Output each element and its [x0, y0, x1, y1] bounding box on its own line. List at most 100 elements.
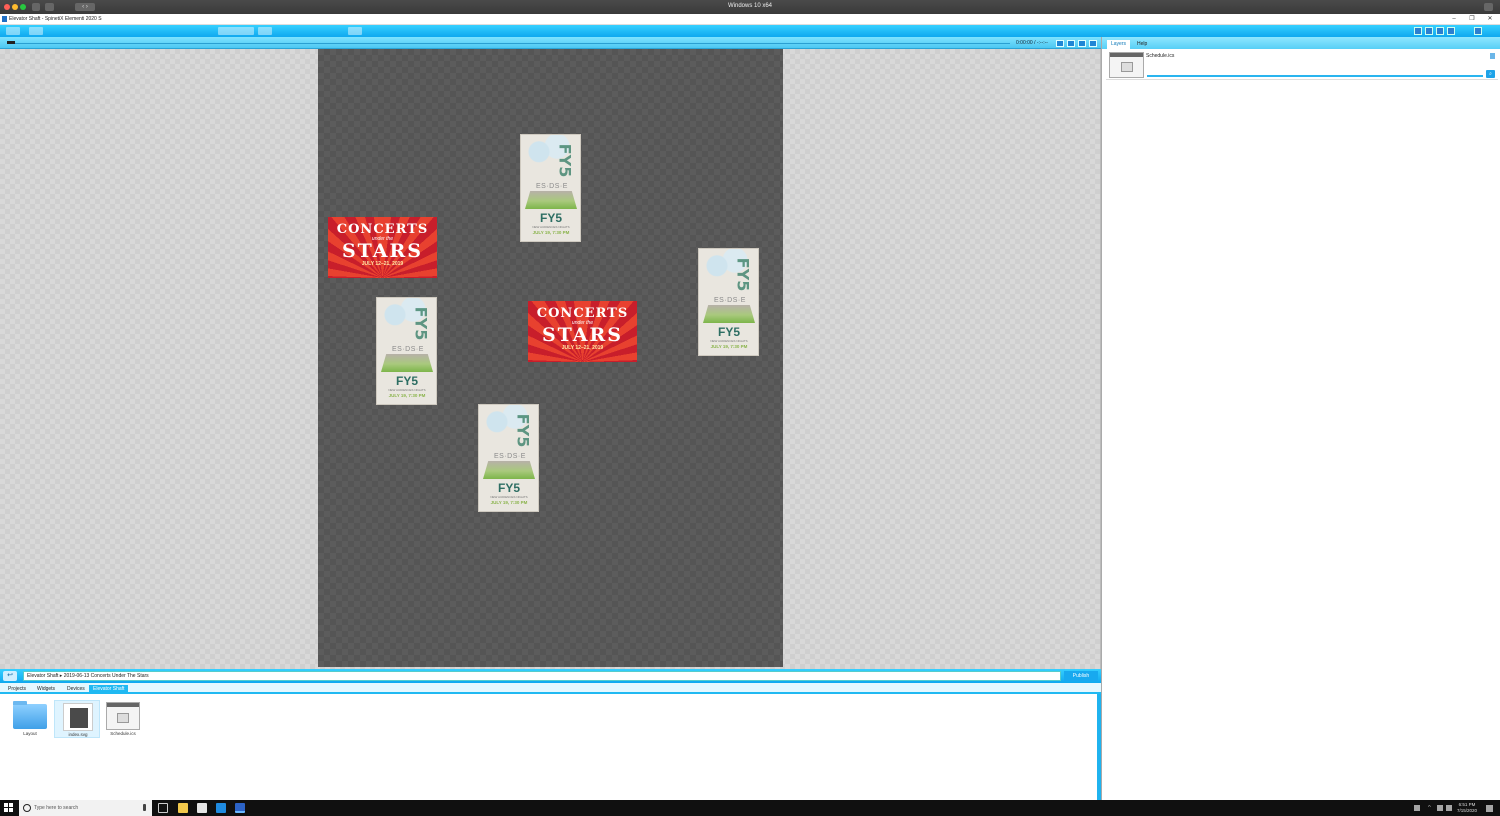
tab-help[interactable]: Help — [1133, 40, 1151, 49]
timeline-bar: 0:00:00 / -:--:-- — [0, 37, 1101, 49]
network-share-icon[interactable] — [1414, 805, 1420, 811]
clock[interactable]: 6:51 PM 7/15/2020 — [1452, 802, 1482, 814]
svg-file-icon — [63, 703, 93, 731]
minimize-button[interactable]: – — [1449, 15, 1459, 24]
file-item-layout[interactable]: Layout — [7, 700, 53, 738]
stop-icon[interactable] — [1078, 40, 1086, 47]
poster-title: FY5 — [497, 481, 520, 495]
poster-title: FY5 — [539, 211, 562, 225]
tab-elevator-shaft[interactable]: Elevator Shaft — [89, 685, 129, 694]
start-button[interactable] — [4, 803, 14, 813]
tab-projects[interactable]: Projects — [4, 685, 30, 694]
window-title: Elevator Shaft - SpinetiX Elementi 2020 … — [9, 16, 102, 22]
file-explorer-icon[interactable] — [178, 803, 188, 813]
settings-icon[interactable] — [1484, 3, 1493, 11]
timeline-handle[interactable] — [7, 41, 15, 44]
poster-line1: CONCERTS — [336, 222, 429, 237]
poster-middle-text: ES·DS·E — [536, 183, 568, 190]
poster-middle-text: ES·DS·E — [714, 297, 746, 304]
tool-icon-4[interactable] — [1447, 27, 1455, 35]
poster-subtitle: NEW AUDIENCES NIGHTS — [710, 339, 748, 343]
zoom-icon[interactable] — [1056, 40, 1064, 47]
network-icon[interactable] — [1437, 805, 1443, 811]
layer-name: Schedule.ics — [1146, 53, 1175, 59]
file-browser: Layout index.svg Schedule.ics — [0, 694, 1097, 800]
toolbar-group-button[interactable] — [218, 27, 254, 35]
poster-line3: STARS — [341, 240, 424, 262]
notification-icon[interactable] — [1486, 805, 1493, 812]
publish-button[interactable]: Publish — [1064, 671, 1098, 681]
tab-widgets[interactable]: Widgets — [33, 685, 59, 694]
open-menu-button[interactable] — [29, 27, 43, 35]
tool-icon-2[interactable] — [1425, 27, 1433, 35]
file-item-index[interactable]: index.svg — [54, 700, 100, 738]
tool-icon-1[interactable] — [1414, 27, 1422, 35]
store-icon[interactable] — [197, 803, 207, 813]
poster-side-text: FY5 — [555, 143, 575, 178]
poster-side-text: FY5 — [733, 257, 753, 292]
loop-icon[interactable] — [1089, 40, 1097, 47]
back-arrow-icon[interactable]: ↩ — [3, 671, 17, 681]
chevron-up-icon[interactable]: ^ — [1428, 805, 1434, 811]
canvas-area[interactable]: FY5 ES·DS·E FY5 NEW AUDIENCES NIGHTS JUL… — [0, 49, 1101, 669]
breadcrumb-bar: ↩ Elevator Shaft ▸ 2019-06-13 Concerts U… — [0, 669, 1101, 683]
maximize-button[interactable]: ❐ — [1467, 15, 1477, 24]
poster-date: JULY 19, 7:30 PM — [710, 344, 748, 349]
file-label: Schedule.ics — [110, 731, 136, 736]
tool-icon-3[interactable] — [1436, 27, 1444, 35]
document-icon[interactable] — [1490, 53, 1495, 59]
poster-field — [703, 305, 755, 323]
poster-title: FY5 — [395, 374, 418, 388]
poster-middle-text: ES·DS·E — [392, 346, 424, 353]
fy5-poster[interactable]: FY5 ES·DS·E FY5 NEW AUDIENCES NIGHTS JUL… — [520, 134, 581, 242]
window-title-bar: Elevator Shaft - SpinetiX Elementi 2020 … — [0, 14, 1500, 25]
concert-poster[interactable]: CONCERTS under the STARS JULY 12–21, 201… — [528, 301, 637, 362]
fy5-poster[interactable]: FY5 ES·DS·E FY5 NEW AUDIENCES NIGHTS JUL… — [698, 248, 759, 356]
timeline-track[interactable] — [15, 43, 1010, 44]
poster-field — [381, 354, 433, 372]
poster-side-text: FY5 — [411, 306, 431, 341]
clock-date: 7/15/2020 — [1456, 808, 1478, 813]
file-label: Layout — [23, 731, 37, 736]
tool-icon-5[interactable] — [1474, 27, 1482, 35]
bottom-tabs: Projects Widgets Devices Elevator Shaft — [0, 683, 1101, 694]
tab-layers[interactable]: Layers — [1107, 40, 1131, 49]
search-placeholder: Type here to search — [34, 805, 79, 811]
elementi-app-icon[interactable] — [235, 803, 245, 813]
mail-icon[interactable] — [216, 803, 226, 813]
taskbar: Type here to search ^ 6:51 PM 7/15/2020 — [0, 800, 1500, 816]
concert-poster[interactable]: CONCERTS under the STARS JULY 12–21, 201… — [328, 217, 437, 278]
poster-subtitle: NEW AUDIENCES NIGHTS — [490, 495, 528, 499]
poster-line1: CONCERTS — [536, 306, 629, 321]
grid-menu-button[interactable] — [348, 27, 362, 35]
cortana-icon — [23, 804, 31, 812]
tab-devices[interactable]: Devices — [63, 685, 89, 694]
poster-side-text: FY5 — [513, 413, 533, 448]
host-title-bar: ‹ › Windows 10 x64 — [0, 0, 1500, 14]
fy5-poster[interactable]: FY5 ES·DS·E FY5 NEW AUDIENCES NIGHTS JUL… — [376, 297, 437, 405]
layer-progress — [1147, 75, 1483, 77]
task-view-icon[interactable] — [158, 803, 168, 813]
file-item-schedule[interactable]: Schedule.ics — [100, 700, 146, 738]
breadcrumb[interactable]: Elevator Shaft ▸ 2019-06-13 Concerts Und… — [23, 671, 1061, 681]
app-icon — [2, 16, 7, 22]
layer-edit-icon[interactable]: ⌕ — [1486, 70, 1495, 78]
poster-field — [525, 191, 577, 209]
toolbar-option-button[interactable] — [258, 27, 272, 35]
layer-item[interactable]: Schedule.ics ⌕ — [1106, 50, 1498, 80]
poster-line3: STARS — [541, 324, 624, 346]
folder-icon — [13, 701, 47, 729]
new-menu-button[interactable] — [6, 27, 20, 35]
poster-title: FY5 — [717, 325, 740, 339]
fy5-poster[interactable]: FY5 ES·DS·E FY5 NEW AUDIENCES NIGHTS JUL… — [478, 404, 539, 512]
stage[interactable]: FY5 ES·DS·E FY5 NEW AUDIENCES NIGHTS JUL… — [318, 49, 783, 667]
play-icon[interactable] — [1067, 40, 1075, 47]
file-label: index.svg — [68, 732, 88, 737]
poster-middle-text: ES·DS·E — [494, 453, 526, 460]
close-button[interactable]: ✕ — [1485, 15, 1495, 24]
microphone-icon[interactable] — [143, 804, 146, 811]
taskbar-search[interactable]: Type here to search — [19, 800, 152, 816]
poster-date: JULY 19, 7:30 PM — [388, 393, 426, 398]
right-panel-tabs: Layers Help — [1102, 37, 1500, 49]
main-toolbar — [0, 25, 1500, 37]
